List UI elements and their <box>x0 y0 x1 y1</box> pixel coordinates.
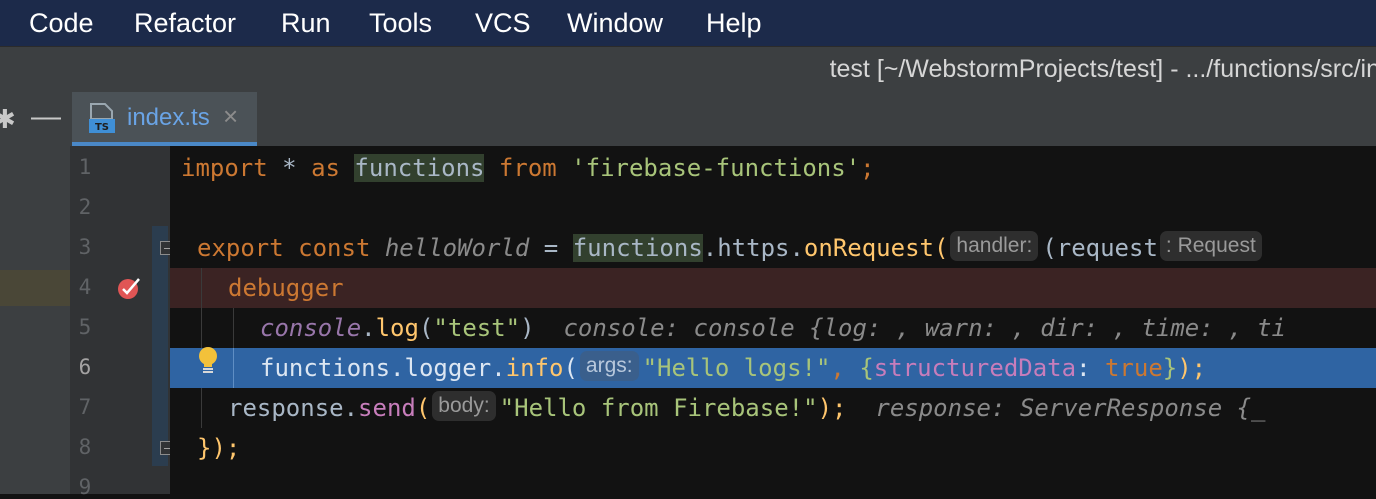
line-number: 7 <box>78 395 92 419</box>
code-line-6-execution-point: functions.logger.info(args: "Hello logs!"… <box>170 348 1376 388</box>
token: as <box>311 154 340 182</box>
ts-icon-label: TS <box>95 122 109 133</box>
token: structuredData <box>873 354 1077 382</box>
line-number-current: 6 <box>78 355 92 379</box>
code-line-8: }); <box>170 428 1376 468</box>
menu-bar: Code Refactor Run Tools VCS Window Help <box>0 0 1376 46</box>
settings-gear-icon[interactable]: ✱ <box>0 104 16 135</box>
token: export <box>197 234 284 262</box>
token: "Hello logs!" <box>642 354 831 382</box>
inline-debug-value: console: console {log: , warn: , dir: , … <box>563 314 1286 342</box>
token: response. <box>228 394 359 422</box>
scope-fold-bar <box>152 226 168 466</box>
line-number: 5 <box>78 315 92 339</box>
token: ( <box>415 394 431 422</box>
line-number: 4 <box>78 275 92 299</box>
token: "Hello from Firebase!" <box>499 394 818 422</box>
token: "test" <box>433 314 521 342</box>
typescript-file-icon: TS <box>89 103 115 133</box>
line-number: 8 <box>78 435 92 459</box>
menu-vcs[interactable]: VCS <box>475 6 531 40</box>
parameter-hint: args: <box>579 351 639 381</box>
token: true <box>1104 354 1163 382</box>
code-editor[interactable]: import * as functions from 'firebase-fun… <box>170 146 1376 494</box>
menu-refactor[interactable]: Refactor <box>134 6 236 40</box>
menu-tools[interactable]: Tools <box>369 6 432 40</box>
menu-code[interactable]: Code <box>29 6 94 40</box>
token-highlighted: functions <box>572 234 703 262</box>
tab-label: index.ts <box>127 104 210 131</box>
token: ( <box>418 314 434 342</box>
token: ) <box>520 314 535 342</box>
token: .https. <box>702 234 804 262</box>
token: onRequest <box>803 234 934 262</box>
token: const <box>298 234 371 262</box>
code-line-4-breakpoint: debugger <box>170 268 1376 308</box>
token-highlighted: functions <box>354 154 485 182</box>
token: helloWorld <box>384 234 530 262</box>
selected-row-highlight <box>0 270 70 306</box>
line-number: 9 <box>78 475 92 499</box>
token: , <box>830 354 860 382</box>
token: console <box>260 314 362 342</box>
token: log <box>375 314 419 342</box>
token: = <box>529 234 573 262</box>
window-title-bar: test [~/WebstormProjects/test] - .../fun… <box>0 46 1376 92</box>
inline-debug-value: response: ServerResponse {_ <box>875 394 1266 422</box>
code-line-1: import * as functions from 'firebase-fun… <box>170 148 1376 188</box>
token: (request <box>1042 234 1158 262</box>
menu-run[interactable]: Run <box>281 6 331 40</box>
token: 'firebase-functions' <box>571 154 861 182</box>
token: debugger <box>228 274 344 302</box>
token: import <box>181 154 268 182</box>
editor-tab-bar: ✱ — TS index.ts × <box>0 92 1376 146</box>
token: ); <box>817 394 847 422</box>
close-icon[interactable]: × <box>223 101 238 132</box>
token: ); <box>1177 354 1207 382</box>
token: { <box>859 354 874 382</box>
token: send <box>358 394 416 422</box>
menu-window[interactable]: Window <box>567 6 663 40</box>
code-line-7: response.send(body: "Hello from Firebase!… <box>170 388 1376 428</box>
token: : <box>1076 354 1105 382</box>
token: . <box>361 314 376 342</box>
token: info <box>505 354 564 382</box>
token: ( <box>563 354 578 382</box>
token: from <box>498 154 557 182</box>
lightbulb-icon[interactable] <box>196 346 220 376</box>
line-number: 2 <box>78 195 92 219</box>
breakpoint-check-icon[interactable] <box>117 276 141 300</box>
code-line-3: export const helloWorld = functions.http… <box>170 228 1376 268</box>
line-number: 1 <box>78 155 92 179</box>
tab-index-ts[interactable]: TS index.ts × <box>72 92 257 146</box>
window-title: test [~/WebstormProjects/test] - .../fun… <box>829 55 1376 83</box>
project-tool-panel <box>0 146 70 494</box>
hide-panel-icon[interactable]: — <box>31 100 61 134</box>
menu-help[interactable]: Help <box>706 6 762 40</box>
parameter-hint: handler: <box>950 231 1039 261</box>
type-hint: : Request <box>1159 231 1262 261</box>
token: ; <box>860 154 875 182</box>
token: ( <box>933 234 949 262</box>
token: functions.logger. <box>260 354 506 382</box>
token: }); <box>197 434 241 462</box>
token: } <box>1162 354 1178 382</box>
token: * <box>267 154 312 182</box>
code-line-5: console.log("test") console: console {lo… <box>170 308 1376 348</box>
line-number: 3 <box>78 235 92 259</box>
parameter-hint: body: <box>432 391 496 421</box>
